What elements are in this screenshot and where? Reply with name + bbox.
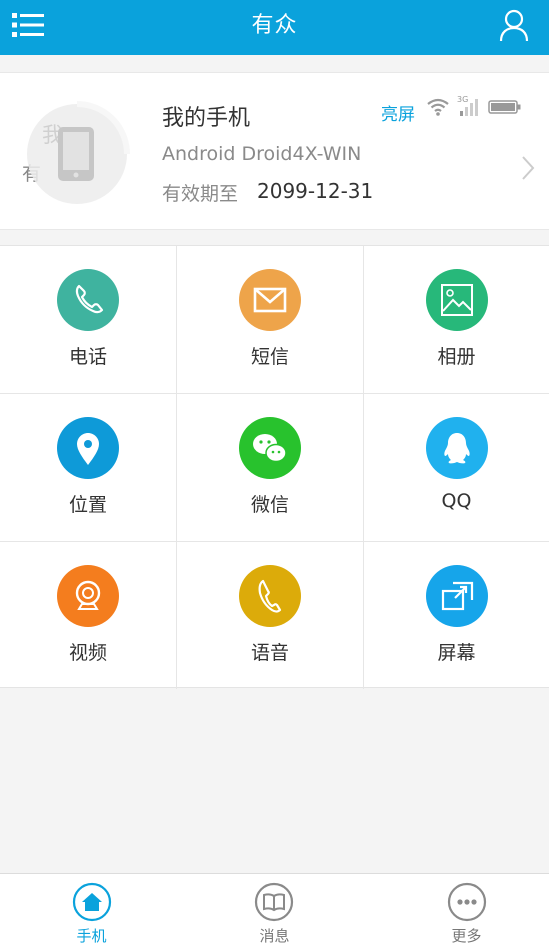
feature-wechat[interactable]: 微信: [177, 394, 363, 541]
device-card[interactable]: 我 有 我的手机 Android Droid4X-WIN 有效期至 2099-1…: [0, 72, 549, 230]
feature-label: 语音: [250, 642, 289, 664]
feature-video[interactable]: 视频: [0, 542, 176, 689]
user-button[interactable]: [499, 8, 529, 42]
tab-label: 手机: [76, 927, 107, 945]
feature-label: 位置: [68, 494, 107, 516]
handset-icon: [239, 565, 301, 627]
bottom-tab-bar: 手机 消息 更多: [0, 873, 549, 951]
validity-date: 2099-12-31: [257, 179, 374, 203]
feature-grid: 电话 短信 相册 位置 微信 QQ 视频 语音 屏幕: [0, 245, 549, 689]
photo-icon: [425, 269, 488, 331]
home-icon: [72, 882, 112, 922]
screen-status: 亮屏: [381, 105, 415, 125]
tab-label: 更多: [451, 927, 482, 945]
envelope-icon: [239, 269, 301, 331]
feature-label: 视频: [68, 642, 107, 664]
webcam-icon: [57, 565, 119, 627]
app-header: 有众: [0, 0, 549, 55]
feature-album[interactable]: 相册: [364, 246, 549, 393]
tab-messages[interactable]: 消息: [183, 874, 366, 951]
feature-label: 电话: [68, 346, 107, 368]
tab-phone[interactable]: 手机: [0, 874, 183, 951]
device-name: 我的手机: [162, 106, 251, 131]
tab-more[interactable]: 更多: [366, 874, 549, 951]
qq-penguin-icon: [425, 417, 488, 479]
feature-voice[interactable]: 语音: [177, 542, 363, 689]
device-model: Android Droid4X-WIN: [162, 143, 362, 165]
phone-icon: [57, 269, 119, 331]
page-title: 有众: [251, 13, 298, 38]
feature-label: 屏幕: [437, 642, 476, 664]
feature-label: 相册: [437, 346, 476, 368]
feature-screen[interactable]: 屏幕: [364, 542, 549, 689]
phone-device-icon: [27, 101, 130, 204]
battery-icon: [488, 100, 521, 114]
more-icon: [447, 882, 487, 922]
feature-label: 微信: [250, 494, 289, 516]
feature-location[interactable]: 位置: [0, 394, 176, 541]
wifi-icon: [427, 98, 449, 116]
status-icons: 3G: [426, 95, 522, 117]
validity-label: 有效期至: [162, 183, 239, 205]
feature-label: QQ: [441, 490, 472, 512]
screen-share-icon: [425, 565, 488, 627]
location-pin-icon: [57, 417, 119, 479]
tab-label: 消息: [259, 927, 290, 945]
feature-label: 短信: [250, 346, 289, 368]
user-icon: [499, 9, 529, 42]
wechat-icon: [239, 417, 301, 479]
signal-icon: [460, 99, 478, 116]
feature-phone[interactable]: 电话: [0, 246, 176, 393]
book-icon: [254, 882, 294, 922]
feature-sms[interactable]: 短信: [177, 246, 363, 393]
feature-qq[interactable]: QQ: [364, 394, 549, 541]
chevron-right-icon: [521, 155, 535, 181]
device-avatar: [22, 99, 132, 209]
